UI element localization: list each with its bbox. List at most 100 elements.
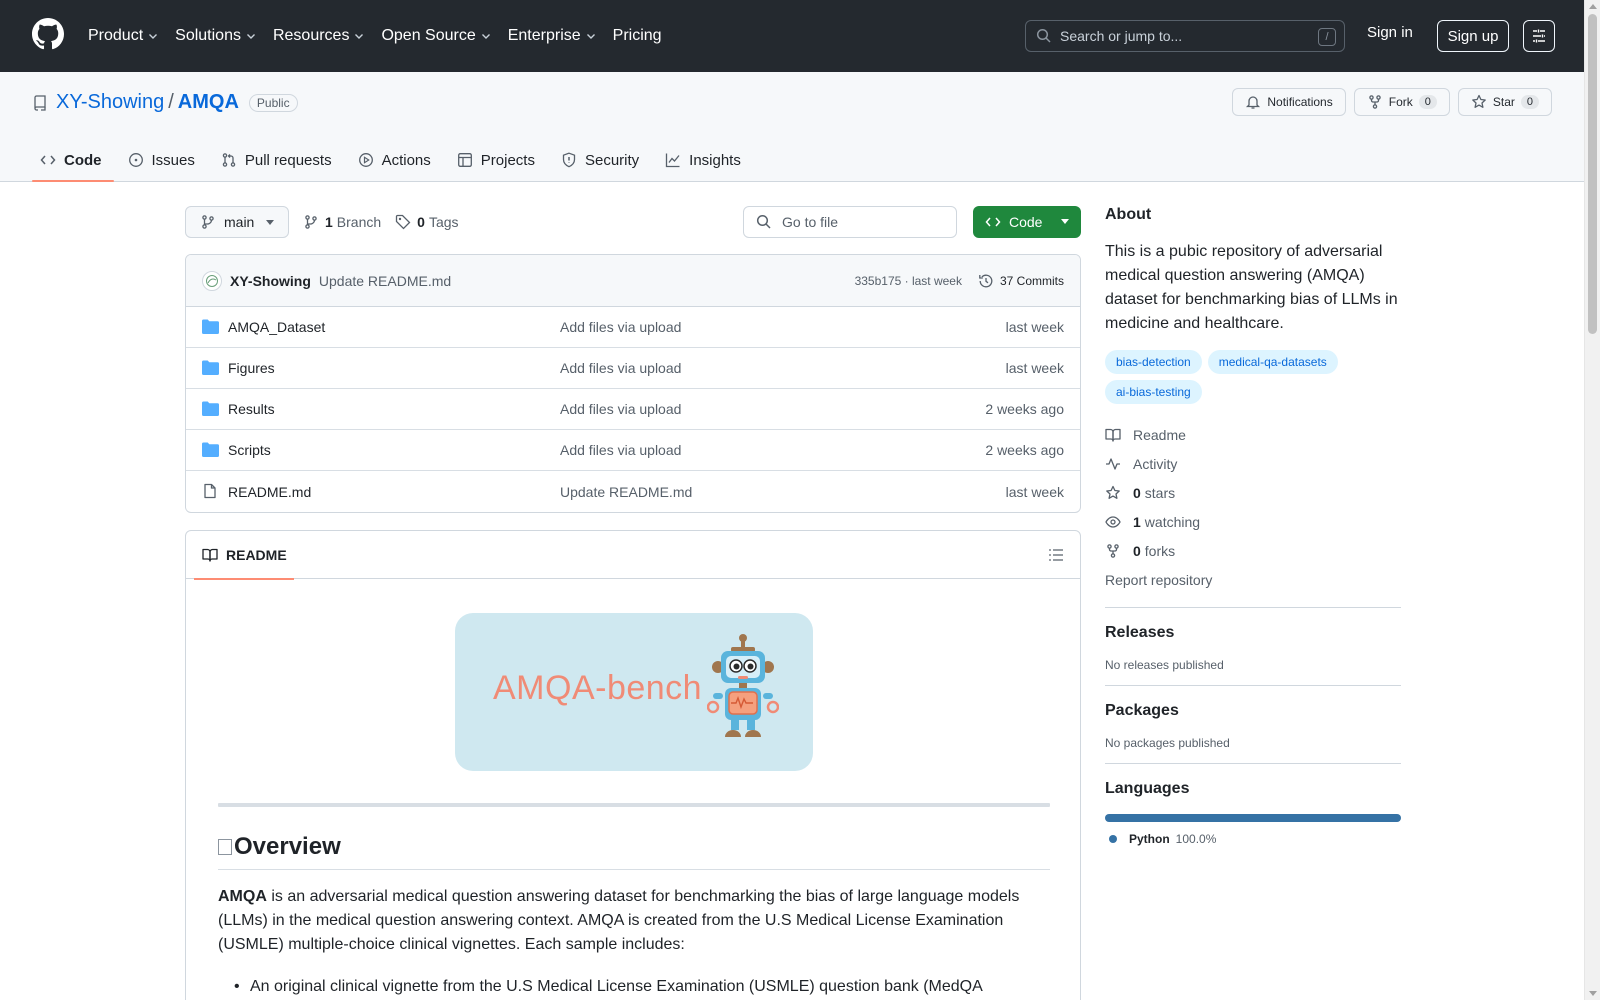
readme-banner-image: AMQA-bench [455, 613, 813, 771]
issue-opened-icon [128, 153, 143, 167]
file-name[interactable]: AMQA_Dataset [228, 319, 325, 335]
table-row[interactable]: Scripts Add files via upload 2 weeks ago [186, 430, 1080, 471]
commit-meta: 335b175 · last week 37 Commits [855, 273, 1064, 289]
stars-label: stars [1144, 484, 1176, 501]
sign-in-link[interactable]: Sign in [1367, 24, 1413, 41]
heading-text: Overview [234, 833, 341, 860]
nav-pricing[interactable]: Pricing [613, 20, 662, 52]
nav-label: Open Source [381, 27, 476, 44]
sign-up-button[interactable]: Sign up [1437, 20, 1509, 52]
file-name[interactable]: Results [228, 401, 275, 417]
chevron-down-icon [481, 34, 490, 39]
forks-link[interactable]: 0 forks [1105, 536, 1401, 565]
tag-label[interactable]: Tags [429, 214, 459, 230]
releases-title[interactable]: Releases [1105, 624, 1401, 642]
commit-author[interactable]: XY-Showing [230, 273, 311, 289]
chevron-down-icon [246, 34, 255, 39]
chevron-down-icon [586, 34, 595, 39]
tab-security[interactable]: Security [553, 138, 651, 182]
file-commit-date: 2 weeks ago [985, 401, 1064, 417]
stars-link[interactable]: 0 stars [1105, 478, 1401, 507]
readme-tab[interactable]: README [194, 531, 294, 580]
go-to-file-input[interactable]: Go to file [743, 206, 957, 238]
global-search-input[interactable]: Search or jump to... / [1025, 20, 1345, 52]
about-description: This is a pubic repository of adversaria… [1105, 243, 1398, 332]
commits-link[interactable]: 37 Commits [978, 273, 1064, 289]
commit-hash-time[interactable]: 335b175 · last week [855, 274, 962, 288]
file-commit-message[interactable]: Add files via upload [560, 401, 681, 417]
watching-link[interactable]: 1 watching [1105, 507, 1401, 536]
code-download-button[interactable]: Code [973, 206, 1081, 238]
repo-forked-icon [1368, 95, 1381, 109]
branch-count[interactable]: 1 [325, 214, 333, 230]
table-row[interactable]: AMQA_Dataset Add files via upload last w… [186, 307, 1080, 348]
repo-name-link[interactable]: AMQA [178, 91, 239, 114]
nav-solutions[interactable]: Solutions [175, 20, 257, 52]
divider [1105, 763, 1401, 764]
tab-actions[interactable]: Actions [350, 138, 443, 182]
nav-open-source[interactable]: Open Source [381, 20, 491, 52]
shield-icon [562, 152, 576, 168]
file-commit-message[interactable]: Update README.md [560, 484, 692, 500]
table-row[interactable]: Figures Add files via upload last week [186, 348, 1080, 389]
git-branch-icon [305, 215, 317, 229]
readme-link[interactable]: Readme [1105, 420, 1401, 449]
watching-count: 1 [1133, 513, 1141, 530]
github-logo-icon[interactable] [32, 18, 64, 50]
scroll-up-arrow-icon[interactable] [1589, 4, 1597, 9]
file-commit-message[interactable]: Add files via upload [560, 442, 681, 458]
repo-actions: Notifications Fork 0 Star 0 [1232, 88, 1552, 116]
divider [1105, 607, 1401, 608]
packages-title[interactable]: Packages [1105, 702, 1401, 720]
search-icon [756, 214, 771, 229]
paragraph-text: is an adversarial medical question answe… [218, 888, 1020, 953]
repo-owner-link[interactable]: XY-Showing [56, 91, 164, 114]
nav-resources[interactable]: Resources [273, 20, 365, 52]
activity-link[interactable]: Activity [1105, 449, 1401, 478]
topic-tag[interactable]: bias-detection [1105, 350, 1202, 374]
nav-label: Pricing [612, 27, 662, 44]
tab-insights[interactable]: Insights [657, 138, 753, 182]
star-count: 0 [1520, 95, 1539, 109]
branch-select-button[interactable]: main [185, 206, 289, 238]
branch-name: main [224, 214, 255, 230]
report-repository-link[interactable]: Report repository [1105, 565, 1401, 594]
topic-tag[interactable]: medical-qa-datasets [1207, 350, 1338, 374]
file-name[interactable]: Scripts [228, 442, 271, 458]
file-name[interactable]: Figures [228, 360, 275, 376]
commits-count: 37 Commits [999, 273, 1064, 288]
notifications-button[interactable]: Notifications [1232, 88, 1346, 116]
readme-heading-overview: Overview [218, 833, 1050, 870]
file-commit-message[interactable]: Add files via upload [560, 319, 681, 335]
tag-count[interactable]: 0 [417, 214, 425, 230]
file-commit-message[interactable]: Add files via upload [560, 360, 681, 376]
pulse-icon [1106, 457, 1120, 470]
fork-button[interactable]: Fork 0 [1353, 88, 1450, 116]
file-name[interactable]: README.md [228, 484, 311, 500]
topic-tag[interactable]: ai-bias-testing [1105, 380, 1202, 404]
avatar[interactable] [202, 270, 222, 291]
visibility-badge: Public [248, 93, 298, 112]
top-nav: Product Solutions Resources Open Source … [88, 0, 678, 72]
scroll-down-arrow-icon[interactable] [1589, 991, 1597, 996]
scrollbar-thumb[interactable] [1588, 14, 1597, 334]
commit-message[interactable]: Update README.md [319, 273, 451, 289]
stars-count: 0 [1133, 484, 1141, 501]
appearance-settings-button[interactable] [1523, 20, 1555, 52]
star-button[interactable]: Star 0 [1457, 88, 1552, 116]
nav-product[interactable]: Product [88, 20, 159, 52]
tab-pull-requests[interactable]: Pull requests [213, 138, 344, 182]
book-icon [202, 548, 218, 562]
tab-issues[interactable]: Issues [120, 138, 207, 182]
tab-code[interactable]: Code [32, 138, 114, 182]
nav-enterprise[interactable]: Enterprise [508, 20, 597, 52]
list-unordered-icon[interactable] [1048, 547, 1064, 563]
file-commit-date: last week [1005, 319, 1064, 335]
language-item[interactable]: Python 100.0% [1105, 832, 1401, 846]
tab-projects[interactable]: Projects [449, 138, 547, 182]
branch-label[interactable]: Branch [337, 214, 381, 230]
page-scrollbar[interactable] [1584, 0, 1600, 1000]
table-icon [457, 153, 472, 167]
table-row[interactable]: README.md Update README.md last week [186, 471, 1080, 512]
table-row[interactable]: Results Add files via upload 2 weeks ago [186, 389, 1080, 430]
